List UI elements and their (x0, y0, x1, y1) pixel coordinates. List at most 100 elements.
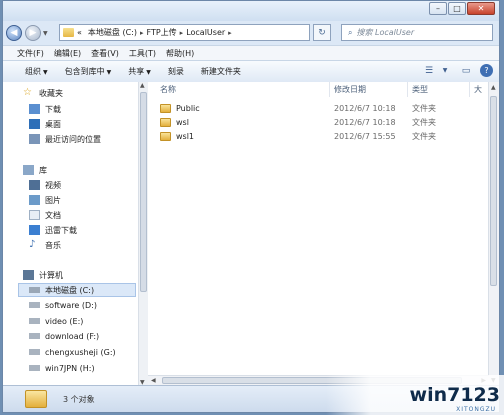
organize-button[interactable]: 组织 ▼ (25, 66, 48, 77)
burn-button[interactable]: 刻录 (168, 66, 184, 77)
file-name: wsl1 (176, 132, 195, 141)
nav-item-label: 迅雷下载 (45, 225, 77, 235)
column-label: 大 (474, 85, 482, 94)
refresh-button[interactable]: ↻ (313, 24, 331, 41)
nav-item-label: 下载 (45, 104, 61, 114)
back-button[interactable]: ◀ (6, 25, 22, 41)
nav-item-thunder-downloads[interactable]: 迅雷下载 (29, 223, 77, 237)
nav-item-pictures[interactable]: 图片 (29, 193, 61, 207)
nav-item-recent-places[interactable]: 最近访问的位置 (29, 132, 101, 146)
nav-item-drive-c[interactable]: 本地磁盘 (C:) (29, 283, 94, 297)
item-count: 3 个对象 (63, 394, 95, 404)
scroll-thumb[interactable] (140, 92, 147, 292)
file-list-vertical-scrollbar[interactable]: ▲ ▼ (488, 82, 499, 386)
column-header-date[interactable]: 修改日期 (330, 82, 408, 97)
file-date: 2012/6/7 10:18 (334, 118, 396, 127)
nav-computer[interactable]: 计算机 (23, 268, 63, 282)
nav-scrollbar[interactable]: ▲ ▼ (138, 82, 148, 386)
refresh-icon: ↻ (318, 27, 326, 38)
new-folder-button[interactable]: 新建文件夹 (201, 66, 241, 77)
search-input[interactable]: ⌕ 搜索 LocalUser (341, 24, 493, 41)
menu-edit[interactable]: 编辑(E) (54, 48, 81, 59)
breadcrumb-ftp[interactable]: FTP上传 (147, 27, 177, 38)
menu-file[interactable]: 文件(F) (17, 48, 44, 59)
menu-view[interactable]: 查看(V) (91, 48, 119, 59)
nav-item-downloads[interactable]: 下载 (29, 102, 61, 116)
view-controls: ☰ ▼ ▭ ? (415, 64, 493, 77)
navigation-bar: ◀ ▶ ▼ « 本地磁盘 (C:) ▸ FTP上传 ▸ LocalUser ▸ … (3, 21, 499, 45)
minimize-button[interactable]: – (429, 2, 447, 15)
breadcrumb-arrow-icon[interactable]: ▸ (140, 29, 144, 37)
nav-item-drive-g[interactable]: chengxusheji (G:) (29, 345, 116, 359)
nav-item-label: 视频 (45, 180, 61, 190)
breadcrumb-localuser[interactable]: LocalUser (186, 28, 225, 37)
scroll-up-icon[interactable]: ▲ (491, 84, 496, 91)
nav-item-drive-d[interactable]: software (D:) (29, 298, 97, 312)
menu-help[interactable]: 帮助(H) (166, 48, 194, 59)
drive-icon (29, 302, 40, 308)
search-icon: ⌕ (348, 27, 353, 37)
file-row-wsl[interactable]: wsl 2012/6/7 10:18 文件夹 (160, 116, 436, 129)
share-button[interactable]: 共享 ▼ (128, 66, 151, 77)
organize-label: 组织 (25, 67, 41, 76)
address-overflow[interactable]: « (77, 28, 82, 37)
nav-item-videos[interactable]: 视频 (29, 178, 61, 192)
include-in-library-button[interactable]: 包含到库中 ▼ (65, 66, 112, 77)
nav-item-desktop[interactable]: 桌面 (29, 117, 61, 131)
watermark-subtext: XITONGZU (456, 406, 496, 413)
folder-icon (160, 104, 171, 113)
menu-bar: 文件(F) 编辑(E) 查看(V) 工具(T) 帮助(H) (3, 45, 499, 61)
nav-item-documents[interactable]: 文档 (29, 208, 61, 222)
share-label: 共享 (128, 67, 145, 76)
view-dropdown-icon[interactable]: ▼ (438, 64, 452, 77)
file-row-wsl1[interactable]: wsl1 2012/6/7 15:55 文件夹 (160, 130, 436, 143)
desktop-icon (29, 119, 40, 129)
column-header-type[interactable]: 类型 (408, 82, 470, 97)
nav-item-label: software (D:) (45, 300, 97, 310)
forward-button[interactable]: ▶ (25, 25, 41, 41)
nav-item-label: download (F:) (45, 331, 100, 341)
address-bar[interactable]: « 本地磁盘 (C:) ▸ FTP上传 ▸ LocalUser ▸ (59, 24, 310, 41)
file-list-pane: 名称 修改日期 类型 大 Public 2012/6/7 10:18 文件夹 w… (148, 82, 499, 386)
breadcrumb-arrow-icon[interactable]: ▸ (228, 29, 232, 37)
file-type: 文件夹 (412, 132, 436, 141)
scroll-left-icon[interactable]: ◀ (151, 377, 156, 384)
nav-item-drive-e[interactable]: video (E:) (29, 314, 83, 328)
nav-item-music[interactable]: ♪ 音乐 (29, 238, 61, 252)
search-placeholder: 搜索 LocalUser (356, 28, 415, 37)
window-controls: – □ ✕ (428, 2, 495, 15)
breadcrumb-drive[interactable]: 本地磁盘 (C:) (88, 27, 137, 38)
star-icon: ☆ (23, 87, 32, 98)
nav-favorites[interactable]: ☆ 收藏夹 (23, 86, 63, 100)
close-button[interactable]: ✕ (467, 2, 495, 15)
computer-icon (23, 270, 34, 280)
maximize-button[interactable]: □ (448, 2, 466, 15)
recent-places-icon (29, 134, 40, 144)
download-icon (29, 104, 40, 114)
nav-item-label: 音乐 (45, 240, 61, 250)
documents-icon (29, 210, 40, 220)
scroll-thumb[interactable] (490, 96, 497, 286)
drive-icon (29, 287, 40, 293)
column-header-name[interactable]: 名称 (156, 82, 330, 97)
nav-libraries-label: 库 (39, 165, 47, 175)
column-label: 类型 (412, 85, 428, 94)
nav-libraries[interactable]: 库 (23, 163, 47, 177)
nav-item-label: 图片 (45, 195, 61, 205)
file-row-public[interactable]: Public 2012/6/7 10:18 文件夹 (160, 102, 436, 115)
nav-item-label: win7JPN (H:) (45, 363, 95, 373)
nav-item-drive-f[interactable]: download (F:) (29, 329, 99, 343)
site-watermark: win7123 XITONGZU (326, 375, 504, 415)
nav-item-label: 本地磁盘 (C:) (45, 285, 95, 295)
help-icon[interactable]: ? (480, 64, 493, 77)
recent-pages-dropdown[interactable]: ▼ (43, 30, 48, 37)
breadcrumb-arrow-icon[interactable]: ▸ (180, 29, 184, 37)
thunder-icon (29, 225, 40, 235)
scroll-up-icon[interactable]: ▲ (140, 82, 145, 89)
nav-item-drive-h[interactable]: win7JPN (H:) (29, 361, 95, 375)
drive-icon (29, 333, 40, 339)
music-icon: ♪ (29, 239, 36, 250)
preview-pane-icon[interactable]: ▭ (459, 64, 473, 77)
view-options-icon[interactable]: ☰ (422, 64, 436, 77)
menu-tools[interactable]: 工具(T) (129, 48, 156, 59)
